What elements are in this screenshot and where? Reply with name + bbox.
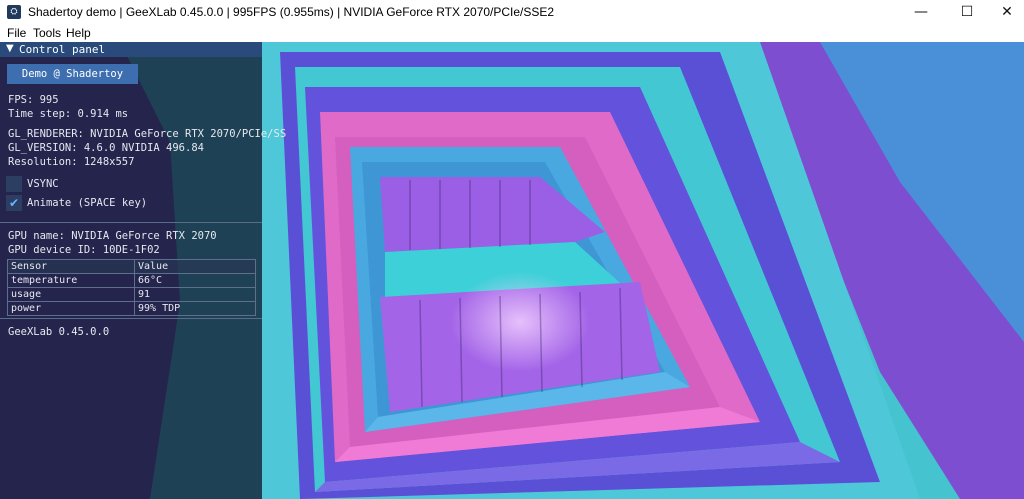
collapse-arrow-icon[interactable]: ▼ (6, 43, 14, 54)
animate-label: Animate (SPACE key) (27, 197, 148, 209)
animate-checkbox[interactable]: ✔ (6, 195, 22, 211)
title-bar[interactable]: ⛭ Shadertoy demo | GeeXLab 0.45.0.0 | 99… (0, 0, 1024, 24)
sensor-value: 99% TDP (134, 301, 256, 316)
minimize-button[interactable]: — (898, 0, 944, 24)
sensor-name: power (7, 301, 135, 316)
maximize-button[interactable]: ☐ (944, 0, 990, 24)
menu-bar: File Tools Help (0, 24, 1024, 42)
sensor-value: 66°C (134, 273, 256, 288)
sensor-value: 91 (134, 287, 256, 302)
resolution-text: Resolution: 1248x557 (8, 156, 135, 168)
geexlab-logo-icon: ⛭ (7, 5, 21, 19)
gl-version-text: GL_VERSION: 4.6.0 NVIDIA 496.84 (8, 142, 204, 154)
control-panel-header[interactable]: ▼ Control panel (0, 42, 262, 57)
version-footer: GeeXLab 0.45.0.0 (8, 326, 110, 338)
vsync-checkbox[interactable] (6, 176, 22, 192)
menu-tools[interactable]: Tools (33, 26, 61, 40)
checkmark-icon: ✔ (8, 196, 20, 210)
table-row: temperature 66°C (7, 273, 256, 288)
vsync-label: VSYNC (27, 178, 59, 190)
gpu-device-id-text: GPU device ID: 10DE-1F02 (8, 244, 160, 256)
time-step-readout: Time step: 0.914 ms (8, 108, 129, 120)
table-row: power 99% TDP (7, 301, 256, 316)
column-header-value: Value (134, 259, 256, 274)
menu-file[interactable]: File (7, 26, 26, 40)
divider (0, 222, 262, 223)
fps-readout: FPS: 995 (8, 94, 59, 106)
sensor-name: usage (7, 287, 135, 302)
column-header-sensor: Sensor (7, 259, 135, 274)
table-row: usage 91 (7, 287, 256, 302)
close-button[interactable]: ✕ (990, 0, 1024, 24)
divider (0, 318, 262, 319)
control-panel: ▼ Control panel Demo @ Shadertoy FPS: 99… (0, 42, 286, 499)
menu-help[interactable]: Help (66, 26, 91, 40)
table-header-row: Sensor Value (7, 259, 256, 274)
control-panel-title: Control panel (19, 43, 106, 56)
sensor-name: temperature (7, 273, 135, 288)
gl-renderer-text: GL_RENDERER: NVIDIA GeForce RTX 2070/PCI… (8, 128, 287, 140)
demo-shadertoy-button[interactable]: Demo @ Shadertoy (7, 64, 138, 84)
gpu-name-text: GPU name: NVIDIA GeForce RTX 2070 (8, 230, 217, 242)
window-title: Shadertoy demo | GeeXLab 0.45.0.0 | 995F… (28, 5, 555, 19)
sensor-table: Sensor Value temperature 66°C usage 91 p… (7, 259, 256, 316)
